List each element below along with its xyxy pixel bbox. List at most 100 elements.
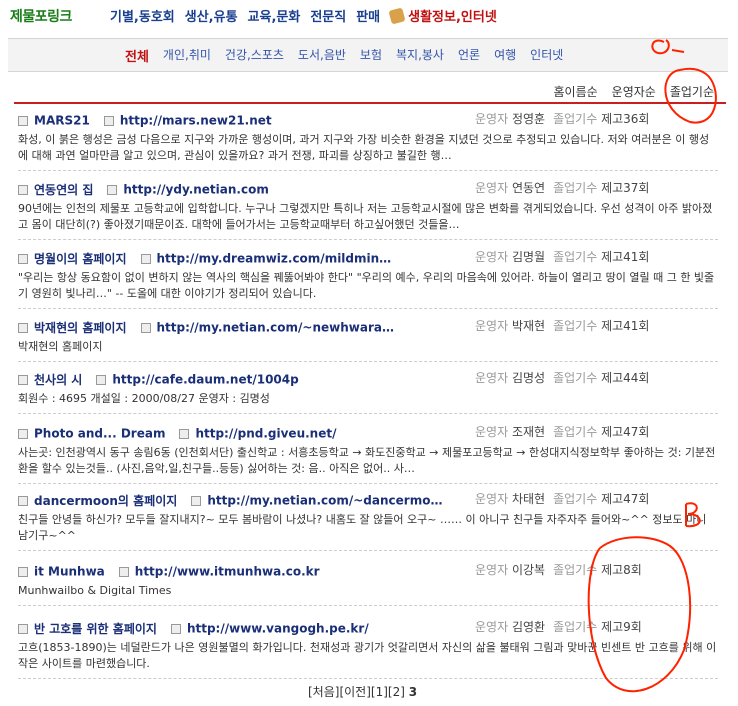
site-description: 고흐(1853-1890)는 네덜란드가 나은 영원불멸의 화가입니다. 천재성… — [18, 641, 717, 670]
list-item: MARS21 http://mars.new21.net 운영자 정영훈 졸업기수 … — [18, 110, 718, 171]
operator-value: 김명월 — [511, 250, 546, 264]
nav-link-production[interactable]: 생산,유통 — [185, 6, 238, 25]
site-meta: 운영자 이강복 졸업기수 제고8회 — [475, 561, 650, 578]
bullet-icon — [140, 322, 151, 333]
tab-internet[interactable]: 인터넷 — [530, 46, 563, 65]
operator-value: 김명성 — [511, 371, 546, 385]
grad-value: 제고47회 — [601, 425, 650, 439]
grad-label: 졸업기수 — [553, 620, 598, 634]
grad-value: 제고41회 — [601, 319, 650, 333]
tab-insurance[interactable]: 보험 — [360, 46, 382, 65]
tab-welfare[interactable]: 복지,봉사 — [396, 46, 444, 65]
list-item: dancermoon의 홈페이지 http://my.netian.com/~da… — [18, 490, 718, 551]
operator-label: 운영자 — [475, 563, 509, 577]
tab-hobby[interactable]: 개인,취미 — [163, 46, 211, 65]
pagination: [처음][이전][1][2] 3 — [308, 683, 417, 700]
subcategory-tabs: 전체 개인,취미 건강,스포츠 도서,음반 보험 복지,봉사 언론 여행 인터넷 — [125, 46, 563, 65]
site-title[interactable]: dancermoon의 홈페이지 — [34, 494, 177, 508]
bullet-icon — [18, 495, 28, 506]
tab-press[interactable]: 언론 — [458, 46, 480, 65]
site-title[interactable]: 반 고호를 위한 홈페이지 — [34, 622, 157, 636]
sort-by-operator[interactable]: 운영자순 — [612, 83, 656, 100]
site-description: 90년에는 인천의 제물포 고등학교에 입학합니다. 누구나 그렇겠지만 특히나… — [18, 202, 713, 231]
bullet-icon — [18, 115, 28, 126]
site-description: "우리는 항상 동요함이 없이 변하지 않는 역사의 핵심을 꿰뚫어봐야 한다"… — [18, 271, 715, 300]
list-item: 명월이의 홈페이지 http://my.dreamwiz.com/mildmin…… — [18, 248, 718, 309]
site-meta: 운영자 김영환 졸업기수 제고9회 — [475, 618, 650, 635]
page-prev[interactable]: [이전] — [339, 685, 370, 699]
nav-link-professional[interactable]: 전문직 — [310, 6, 346, 25]
grad-value: 제고8회 — [601, 563, 642, 577]
site-title[interactable]: 박재현의 홈페이지 — [34, 321, 127, 335]
operator-value: 연동연 — [511, 181, 546, 195]
page-2[interactable]: [2] — [388, 685, 405, 699]
site-logo[interactable]: 제물포링크 — [10, 6, 72, 26]
site-description: 친구들 안녕들 하신가? 모두들 잘지내지?~ 모두 봄바람이 나셨나? 내홈도… — [18, 513, 707, 542]
bullet-icon — [18, 428, 28, 439]
bullet-icon — [118, 566, 129, 577]
site-title[interactable]: it Munhwa — [34, 565, 105, 579]
tab-all[interactable]: 전체 — [125, 46, 149, 65]
site-description: Munhwailbo & Digital Times — [18, 584, 172, 597]
sort-by-name[interactable]: 홈이름순 — [553, 83, 597, 100]
site-url[interactable]: http://ydy.netian.com — [123, 183, 268, 197]
bullet-icon — [18, 623, 28, 634]
list-item: 연동연의 집 http://ydy.netian.com 운영자 연동연 졸업기수 … — [18, 179, 718, 240]
nav-link-education[interactable]: 교육,문화 — [248, 6, 301, 25]
nav-link-alumni[interactable]: 기별,동호회 — [110, 6, 175, 25]
tab-books[interactable]: 도서,음반 — [298, 46, 346, 65]
bullet-icon — [191, 495, 202, 506]
page-1[interactable]: [1] — [371, 685, 388, 699]
site-title[interactable]: 명월이의 홈페이지 — [34, 252, 127, 266]
site-title[interactable]: 천사의 시 — [34, 373, 82, 387]
nav-link-life-info[interactable]: 생활정보,인터넷 — [388, 6, 497, 25]
bullet-icon — [18, 322, 28, 333]
tab-travel[interactable]: 여행 — [494, 46, 516, 65]
operator-label: 운영자 — [475, 620, 509, 634]
site-meta: 운영자 조재현 졸업기수 제고47회 — [475, 423, 657, 440]
site-meta: 운영자 박재현 졸업기수 제고41회 — [475, 317, 657, 334]
tab-health[interactable]: 건강,스포츠 — [225, 46, 284, 65]
nav-link-life-info-label: 생활정보,인터넷 — [408, 10, 497, 25]
site-meta: 운영자 차태현 졸업기수 제고47회 — [475, 490, 657, 507]
list-item: 박재현의 홈페이지 http://my.netian.com/~newhwara…… — [18, 317, 718, 362]
grad-value: 제고9회 — [601, 620, 642, 634]
nav-link-sales[interactable]: 판매 — [356, 6, 380, 25]
list-item: 반 고호를 위한 홈페이지 http://www.vangogh.pe.kr/ 운… — [18, 618, 718, 679]
site-description: 회원수 : 4695 개설일 : 2000/08/27 운영자 : 김명성 — [18, 392, 270, 405]
operator-label: 운영자 — [475, 371, 509, 385]
bullet-icon — [179, 428, 190, 439]
grad-value: 제고37회 — [601, 181, 650, 195]
bullet-icon — [107, 184, 118, 195]
site-title[interactable]: Photo and... Dream — [34, 427, 165, 441]
bullet-icon — [18, 253, 28, 264]
site-url[interactable]: http://my.netian.com/~newhwara… — [157, 321, 395, 335]
list-item: it Munhwa http://www.itmunhwa.co.kr 운영자 이… — [18, 561, 718, 606]
page-first[interactable]: [처음] — [308, 685, 339, 699]
bullet-icon — [18, 184, 28, 195]
site-url[interactable]: http://mars.new21.net — [120, 114, 272, 128]
grad-label: 졸업기수 — [553, 319, 598, 333]
site-url[interactable]: http://www.itmunhwa.co.kr — [135, 565, 320, 579]
operator-value: 박재현 — [511, 319, 546, 333]
grad-label: 졸업기수 — [553, 563, 598, 577]
sort-options: 홈이름순 운영자순 졸업기순 — [553, 83, 714, 100]
subcategory-bar: 전체 개인,취미 건강,스포츠 도서,음반 보험 복지,봉사 언론 여행 인터넷 — [8, 38, 728, 72]
operator-label: 운영자 — [475, 181, 509, 195]
grad-label: 졸업기수 — [553, 492, 598, 506]
site-title[interactable]: 연동연의 집 — [34, 183, 93, 197]
site-url[interactable]: http://cafe.daum.net/1004p — [112, 373, 298, 387]
site-url[interactable]: http://my.dreamwiz.com/mildmin… — [157, 252, 392, 266]
site-description: 화성, 이 붉은 행성은 금성 다음으로 지구와 가까운 행성이며, 과거 지구… — [18, 133, 710, 162]
site-description: 박재현의 홈페이지 — [18, 340, 103, 353]
bullet-icon — [140, 253, 151, 264]
site-url[interactable]: http://my.netian.com/~dancermo… — [207, 494, 442, 508]
site-url[interactable]: http://pnd.giveu.net/ — [195, 427, 336, 441]
site-title[interactable]: MARS21 — [34, 114, 90, 128]
grad-label: 졸업기수 — [553, 425, 598, 439]
sort-by-grad[interactable]: 졸업기순 — [670, 83, 714, 100]
category-links: 기별,동호회 생산,유통 교육,문화 전문직 판매 생활정보,인터넷 — [110, 6, 497, 25]
site-url[interactable]: http://www.vangogh.pe.kr/ — [187, 622, 369, 636]
operator-label: 운영자 — [475, 112, 509, 126]
grad-label: 졸업기수 — [553, 250, 598, 264]
